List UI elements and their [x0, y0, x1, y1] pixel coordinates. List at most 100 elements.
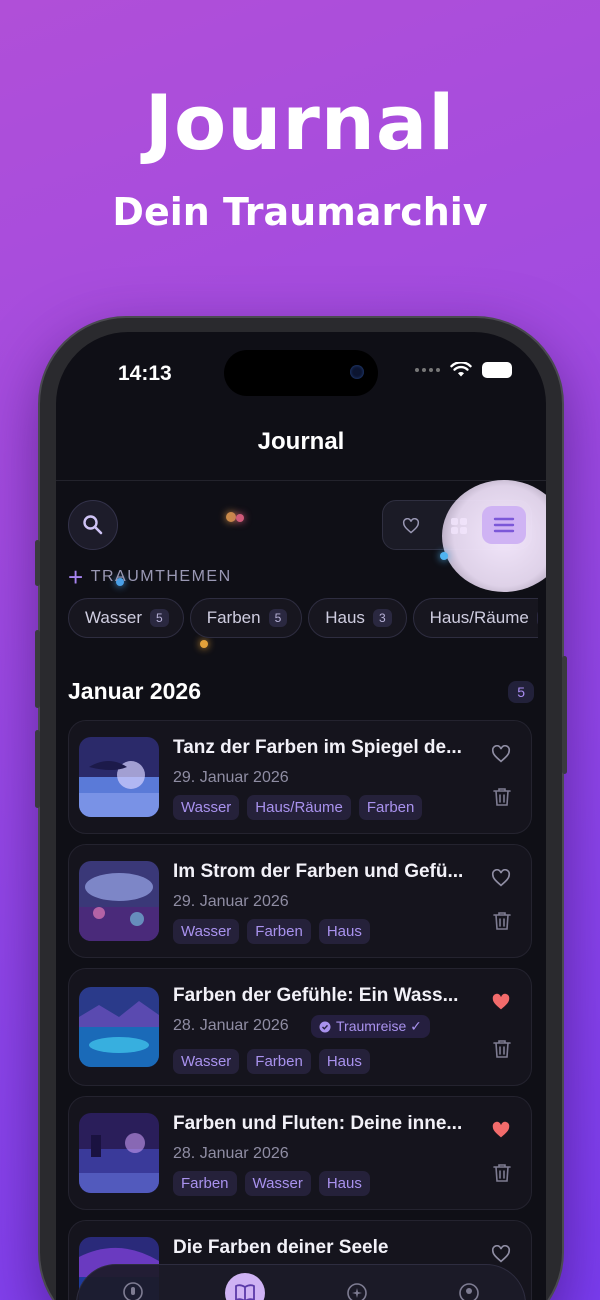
sparkle	[236, 514, 244, 522]
section-header: Januar 2026 5	[68, 678, 534, 705]
dream-thumbnail	[79, 1113, 159, 1193]
entry-date: 29. Januar 2026	[173, 769, 289, 786]
trash-icon	[493, 912, 511, 930]
favorites-filter-button[interactable]	[391, 507, 431, 545]
wifi-icon	[450, 362, 472, 377]
dream-entry-card[interactable]: Tanz der Farben im Spiegel de... 29. Jan…	[68, 720, 532, 834]
entry-tag[interactable]: Haus	[318, 919, 370, 944]
entry-tag[interactable]: Wasser	[173, 1049, 240, 1074]
entry-tags: Wasser Haus/Räume Farben	[173, 795, 423, 820]
sparkle	[226, 512, 236, 522]
entry-tag[interactable]: Farben	[173, 1171, 237, 1196]
tab-record[interactable]	[113, 1273, 153, 1300]
entry-title: Farben und Fluten: Deine inne...	[173, 1113, 463, 1134]
entry-tag[interactable]: Haus/Räume	[247, 795, 351, 820]
volume-down-button	[35, 730, 40, 808]
mic-icon	[123, 1282, 143, 1300]
sparkle	[200, 640, 208, 648]
favorite-button[interactable]	[489, 1119, 513, 1141]
entry-date: 28. Januar 2026	[173, 1017, 289, 1034]
theme-chip[interactable]: Haus/Räume	[412, 598, 538, 638]
heart-filled-icon	[492, 1121, 510, 1138]
trash-icon	[493, 1164, 511, 1182]
sparkle	[440, 552, 448, 560]
delete-button[interactable]	[493, 1163, 511, 1188]
chip-label: Farben	[206, 608, 261, 627]
search-icon	[83, 515, 103, 535]
signal-icon	[415, 368, 440, 372]
entry-tag[interactable]: Wasser	[244, 1171, 311, 1196]
entry-tag[interactable]: Haus	[318, 1049, 370, 1074]
chip-label: Wasser	[85, 608, 142, 627]
battery-icon	[482, 362, 512, 378]
month-title: Januar 2026	[68, 678, 201, 704]
trash-icon	[493, 1040, 511, 1058]
verified-icon	[319, 1021, 331, 1032]
chip-count: 3	[372, 609, 392, 627]
entry-title: Farben der Gefühle: Ein Wass...	[173, 985, 459, 1006]
dynamic-island	[224, 350, 378, 396]
entry-tag[interactable]: Farben	[247, 1049, 311, 1074]
heart-icon	[491, 869, 511, 887]
entry-date: 29. Januar 2026	[173, 893, 289, 910]
theme-chips: Wasser 5 Farben 5 Haus 3 Haus/Räume	[68, 598, 538, 638]
list-view-button[interactable]	[482, 506, 526, 544]
traumreise-badge: Traumreise ✓	[311, 1015, 430, 1038]
chip-label: Haus	[325, 608, 365, 627]
favorite-button[interactable]	[489, 867, 513, 889]
tab-journal[interactable]	[225, 1273, 265, 1300]
dream-entry-card[interactable]: Farben der Gefühle: Ein Wass... 28. Janu…	[68, 968, 532, 1086]
page-title: Journal	[257, 428, 345, 455]
entry-title: Tanz der Farben im Spiegel de...	[173, 737, 462, 758]
delete-button[interactable]	[493, 1039, 511, 1064]
status-time: 14:13	[118, 362, 172, 385]
phone-frame: 14:13 Journal + TRAUMTHEMEN Wasser 5 Far…	[35, 318, 567, 1300]
delete-button[interactable]	[493, 911, 511, 936]
favorite-button[interactable]	[489, 743, 513, 765]
dream-entry-card[interactable]: Farben und Fluten: Deine inne... 28. Jan…	[68, 1096, 532, 1210]
hero-title: Journal	[144, 78, 456, 167]
delete-button[interactable]	[493, 787, 511, 812]
search-button[interactable]	[68, 500, 118, 550]
entry-date: 28. Januar 2026	[173, 1145, 289, 1162]
favorite-button[interactable]	[489, 991, 513, 1013]
themes-header[interactable]: + TRAUMTHEMEN	[68, 562, 232, 592]
app-screen: 14:13 Journal + TRAUMTHEMEN Wasser 5 Far…	[56, 332, 546, 1300]
volume-up-button	[35, 630, 40, 708]
heart-icon	[402, 518, 420, 534]
profile-icon	[459, 1283, 479, 1300]
entry-tag[interactable]: Farben	[358, 795, 423, 820]
favorite-button[interactable]	[489, 1243, 513, 1265]
entry-title: Im Strom der Farben und Gefü...	[173, 861, 464, 882]
entry-tags: Wasser Farben Haus	[173, 919, 370, 944]
dream-thumbnail	[79, 861, 159, 941]
tab-interpret[interactable]	[337, 1273, 377, 1300]
power-button	[562, 656, 567, 774]
entry-tag[interactable]: Farben	[247, 919, 311, 944]
heart-icon	[491, 745, 511, 763]
dream-entry-card[interactable]: Im Strom der Farben und Gefü... 29. Janu…	[68, 844, 532, 958]
chip-label: Haus/Räume	[429, 608, 529, 627]
tab-profile[interactable]	[449, 1273, 489, 1300]
entry-tag[interactable]: Haus	[318, 1171, 370, 1196]
nav-divider	[56, 480, 546, 481]
status-icons	[415, 362, 512, 378]
entry-tags: Wasser Farben Haus	[173, 1049, 370, 1074]
hero-subtitle: Dein Traumarchiv	[112, 190, 488, 234]
entry-tag[interactable]: Wasser	[173, 795, 240, 820]
tab-bar	[76, 1264, 526, 1300]
theme-chip[interactable]: Haus 3	[308, 598, 407, 638]
heart-icon	[491, 1245, 511, 1263]
book-icon	[235, 1284, 255, 1300]
themes-label: TRAUMTHEMEN	[90, 568, 232, 585]
plus-icon: +	[68, 562, 85, 592]
dream-thumbnail	[79, 737, 159, 817]
action-button	[35, 540, 40, 586]
month-count-badge: 5	[508, 680, 534, 703]
chip-count: 5	[150, 609, 169, 627]
theme-chip[interactable]: Farben 5	[189, 598, 303, 638]
theme-chip[interactable]: Wasser 5	[68, 598, 184, 638]
entry-title: Die Farben deiner Seele	[173, 1237, 389, 1258]
entry-tag[interactable]: Wasser	[173, 919, 240, 944]
dream-thumbnail	[79, 987, 159, 1067]
